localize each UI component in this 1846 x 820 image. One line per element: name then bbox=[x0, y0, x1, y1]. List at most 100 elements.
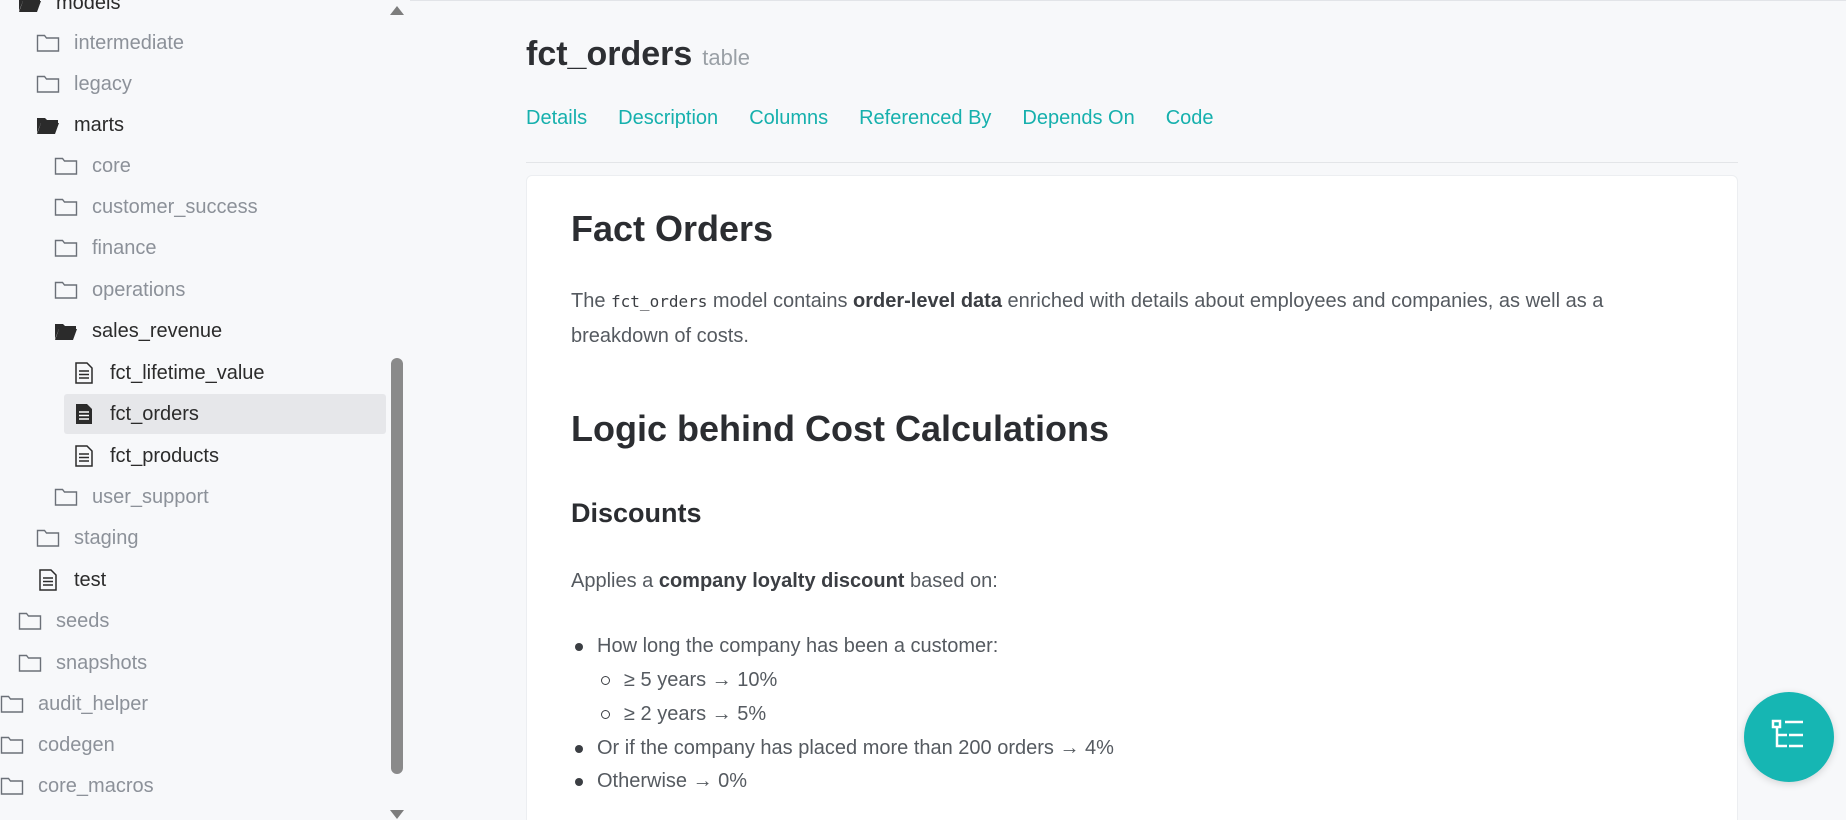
intro-text: model contains bbox=[707, 290, 853, 312]
folder-open-icon bbox=[54, 320, 78, 342]
tree-folder-finance[interactable]: finance bbox=[54, 228, 157, 268]
scroll-up-arrow-icon[interactable] bbox=[390, 6, 404, 15]
list-item-text: Or if the company has placed more than 2… bbox=[597, 737, 1114, 759]
applies-text: Applies a bbox=[571, 570, 659, 592]
tree-item-label: staging bbox=[74, 526, 139, 549]
tree-folder-sales-revenue[interactable]: sales_revenue bbox=[54, 311, 222, 351]
logic-heading: Logic behind Cost Calculations bbox=[571, 408, 1110, 449]
file-icon bbox=[36, 569, 60, 591]
folder-icon bbox=[36, 73, 60, 95]
folder-open-icon bbox=[36, 114, 60, 136]
lineage-graph-button[interactable] bbox=[1744, 692, 1834, 782]
list-item-text: ≥ 2 years → 5% bbox=[624, 703, 767, 725]
tree-folder-audit-helper[interactable]: audit_helper bbox=[0, 684, 148, 724]
tree-folder-seeds[interactable]: seeds bbox=[18, 601, 109, 641]
tab-referenced-by[interactable]: Referenced By bbox=[859, 107, 991, 130]
tree-file-fct-orders[interactable]: fct_orders bbox=[64, 394, 386, 434]
list-item-text: ≥ 5 years → 10% bbox=[624, 669, 778, 691]
tree-item-label: snapshots bbox=[56, 651, 148, 674]
file-filled-icon bbox=[72, 403, 96, 425]
description-card: Fact Orders The fct_orders model contain… bbox=[526, 175, 1738, 820]
tree-item-label: fct_lifetime_value bbox=[110, 361, 265, 384]
bullet-dot bbox=[575, 777, 583, 786]
bullet-ring bbox=[601, 676, 610, 685]
tree-item-label: finance bbox=[92, 236, 157, 259]
intro-code: fct_orders bbox=[611, 292, 708, 311]
scroll-down-arrow-icon[interactable] bbox=[390, 810, 404, 819]
applies-text: based on: bbox=[904, 570, 998, 592]
discounts-heading: Discounts bbox=[571, 498, 702, 528]
main-content: fct_orders table Details Description Col… bbox=[410, 0, 1846, 820]
page-header: fct_orders table bbox=[526, 35, 750, 74]
tree-item-label: seeds bbox=[56, 609, 110, 632]
intro-text: The bbox=[571, 290, 612, 312]
applies-paragraph: Applies a company loyalty discount based… bbox=[571, 564, 1681, 599]
tree-item-label: intermediate bbox=[74, 31, 185, 54]
tab-description[interactable]: Description bbox=[618, 107, 718, 130]
tree-folder-codegen[interactable]: codegen bbox=[0, 725, 115, 765]
bullet-dot bbox=[575, 642, 583, 651]
folder-icon bbox=[54, 237, 78, 259]
tree-item-label: test bbox=[74, 568, 107, 591]
tree-item-label: operations bbox=[92, 278, 186, 301]
list-item: Otherwise → 0% bbox=[575, 770, 747, 793]
list-item: Or if the company has placed more than 2… bbox=[575, 737, 1114, 760]
tree-file-fct-products[interactable]: fct_products bbox=[72, 436, 219, 476]
folder-icon bbox=[54, 196, 78, 218]
tab-depends-on[interactable]: Depends On bbox=[1022, 107, 1134, 130]
file-icon bbox=[72, 445, 96, 467]
tree-folder-staging[interactable]: staging bbox=[36, 518, 139, 558]
applies-bold: company loyalty discount bbox=[658, 570, 905, 592]
tree-item-label: sales_revenue bbox=[92, 319, 223, 342]
tree-folder-snapshots[interactable]: snapshots bbox=[18, 643, 147, 683]
tab-code[interactable]: Code bbox=[1166, 107, 1214, 130]
tree-item-label: codegen bbox=[38, 733, 115, 756]
tree-folder-intermediate[interactable]: intermediate bbox=[36, 23, 184, 63]
tab-columns[interactable]: Columns bbox=[749, 107, 828, 130]
description-heading: Fact Orders bbox=[571, 208, 774, 249]
tree-folder-core[interactable]: core bbox=[54, 146, 131, 186]
tree-item-label: marts bbox=[74, 113, 124, 136]
tab-details[interactable]: Details bbox=[526, 107, 587, 130]
list-item-text: How long the company has been a customer… bbox=[597, 635, 999, 657]
tree-item-label: core_macros bbox=[38, 774, 154, 797]
page-title: fct_orders bbox=[526, 35, 693, 73]
tree-item-label: user_support bbox=[92, 485, 209, 508]
tree-folder-legacy[interactable]: legacy bbox=[36, 64, 132, 104]
folder-icon bbox=[36, 527, 60, 549]
resource-type-label: table bbox=[702, 45, 750, 70]
folder-open-icon bbox=[18, 0, 42, 14]
tree-folder-marts[interactable]: marts bbox=[36, 105, 124, 145]
tree-folder-core-macros[interactable]: core_macros bbox=[0, 766, 154, 806]
folder-icon bbox=[0, 734, 24, 756]
tree-item-label: fct_products bbox=[110, 444, 219, 467]
tree-item-label: customer_success bbox=[92, 195, 258, 218]
tree-file-test[interactable]: test bbox=[36, 560, 106, 600]
folder-icon bbox=[54, 155, 78, 177]
folder-icon bbox=[54, 279, 78, 301]
tabs-divider bbox=[526, 162, 1738, 163]
folder-icon bbox=[0, 693, 24, 715]
tree-folder-customer-success[interactable]: customer_success bbox=[54, 187, 258, 227]
tree-folder-operations[interactable]: operations bbox=[54, 270, 185, 310]
list-item: ≥ 2 years → 5% bbox=[601, 703, 766, 726]
folder-icon bbox=[18, 652, 42, 674]
tree-item-label: core bbox=[92, 154, 131, 177]
lineage-tree-icon bbox=[1771, 718, 1807, 757]
tree-folder-models[interactable]: models bbox=[18, 0, 120, 23]
folder-icon bbox=[54, 486, 78, 508]
list-item-text: Otherwise → 0% bbox=[597, 770, 748, 792]
scrollbar-thumb[interactable] bbox=[391, 358, 403, 774]
intro-bold: order-level data bbox=[853, 290, 1002, 312]
tree-file-fct-lifetime-value[interactable]: fct_lifetime_value bbox=[72, 353, 265, 393]
description-intro: The fct_orders model contains order-leve… bbox=[571, 284, 1681, 354]
folder-icon bbox=[0, 775, 24, 797]
tree-item-label: audit_helper bbox=[38, 692, 149, 715]
bullet-dot bbox=[575, 744, 583, 753]
sidebar-scrollbar[interactable] bbox=[388, 0, 406, 820]
tree-item-label: models bbox=[56, 0, 121, 14]
folder-icon bbox=[36, 32, 60, 54]
file-icon bbox=[72, 362, 96, 384]
folder-icon bbox=[18, 610, 42, 632]
tree-folder-user-support[interactable]: user_support bbox=[54, 477, 209, 517]
